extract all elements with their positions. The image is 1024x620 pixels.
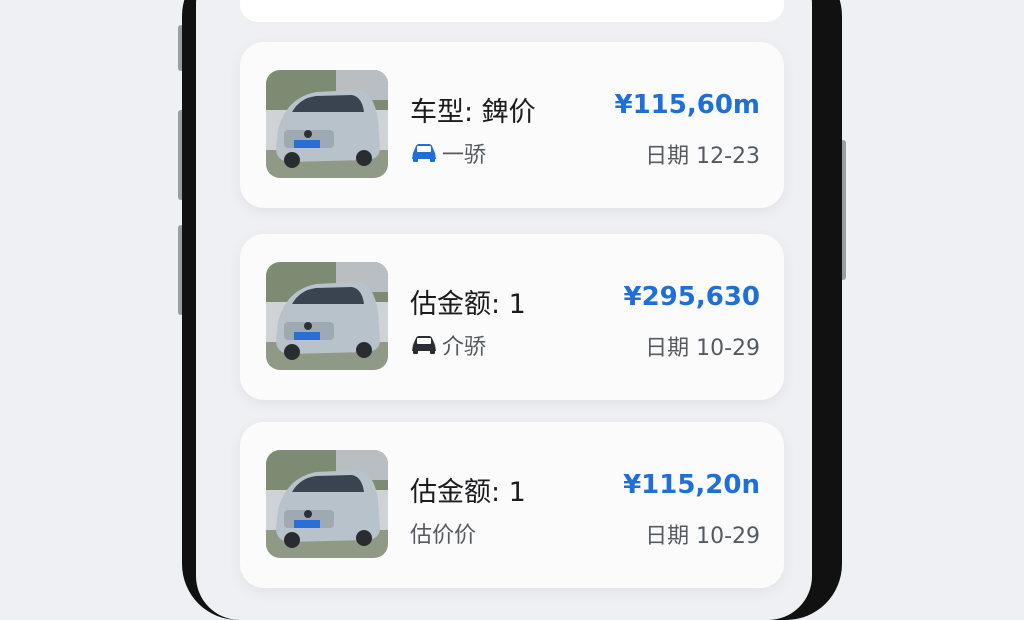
card-price: ¥295,630 bbox=[623, 282, 760, 312]
card-price: ¥115,60m bbox=[614, 90, 760, 120]
card-subtitle: 一骄 bbox=[410, 137, 486, 169]
card-title: 估金额: 1 bbox=[410, 477, 526, 508]
vehicle-card[interactable]: 估金额: 1 估价价 ¥115,20n 日期 10-29 bbox=[240, 422, 784, 588]
card-date: 日期 12-23 bbox=[645, 144, 760, 169]
card-subtitle-text: 介骄 bbox=[442, 335, 487, 360]
vehicle-card[interactable]: 估金额: 1 介骄 ¥295,630 日期 10-29 bbox=[240, 234, 784, 400]
phone-screen: 车型: 錍价 一骄 ¥115,60m 日期 12-23 估金额: 1 介骄 ¥2… bbox=[196, 0, 812, 620]
car-icon bbox=[412, 144, 436, 162]
card-date: 日期 10-29 bbox=[645, 524, 760, 549]
vehicle-thumbnail bbox=[266, 450, 388, 558]
card-title: 估金额: 1 bbox=[410, 289, 526, 320]
card-subtitle: 介骄 bbox=[410, 329, 486, 361]
card-subtitle-text: 一骄 bbox=[442, 143, 487, 168]
vehicle-thumbnail bbox=[266, 262, 388, 370]
card-title: 车型: 錍价 bbox=[410, 97, 536, 128]
card-date: 日期 10-29 bbox=[645, 336, 760, 361]
vehicle-card[interactable]: 车型: 錍价 一骄 ¥115,60m 日期 12-23 bbox=[240, 42, 784, 208]
card-subtitle-text: 估价价 bbox=[410, 523, 477, 548]
vehicle-thumbnail bbox=[266, 70, 388, 178]
card-price: ¥115,20n bbox=[623, 470, 760, 500]
card-subtitle: 估价价 bbox=[410, 517, 476, 549]
previous-card-edge bbox=[240, 0, 784, 22]
car-icon bbox=[412, 336, 436, 354]
